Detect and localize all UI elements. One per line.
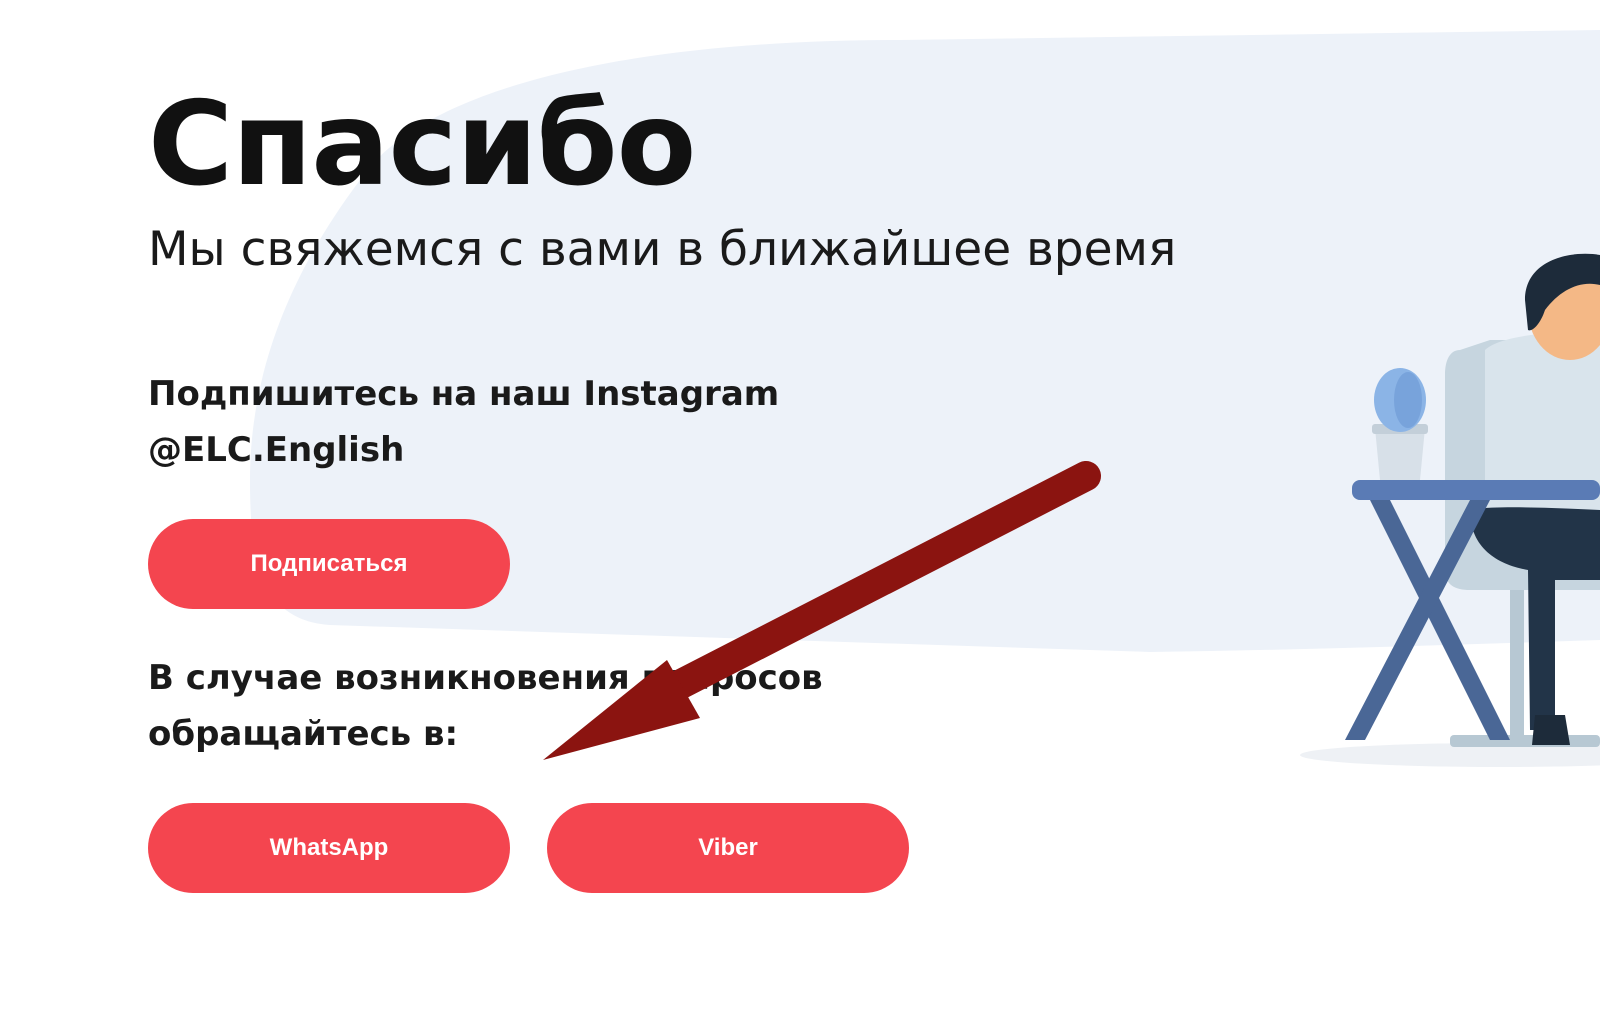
contact-line-1: В случае возникновения вопросов [148,658,823,698]
whatsapp-button[interactable]: WhatsApp [148,803,510,893]
page-subtitle: Мы свяжемся с вами в ближайшее время [148,222,1177,277]
thank-you-page: Спасибо Мы свяжемся с вами в ближайшее в… [0,0,1600,1026]
person-at-desk-illustration [1300,253,1600,767]
instagram-text: Подпишитесь на наш Instagram @ELC.Englis… [148,366,779,478]
instagram-handle: @ELC.English [148,430,405,470]
instagram-prompt: Подпишитесь на наш Instagram [148,374,780,414]
viber-button[interactable]: Viber [547,803,909,893]
page-title: Спасибо [148,77,696,212]
contact-text: В случае возникновения вопросов обращайт… [148,650,823,762]
contact-line-2: обращайтесь в: [148,714,459,754]
subscribe-button[interactable]: Подписаться [148,519,510,609]
